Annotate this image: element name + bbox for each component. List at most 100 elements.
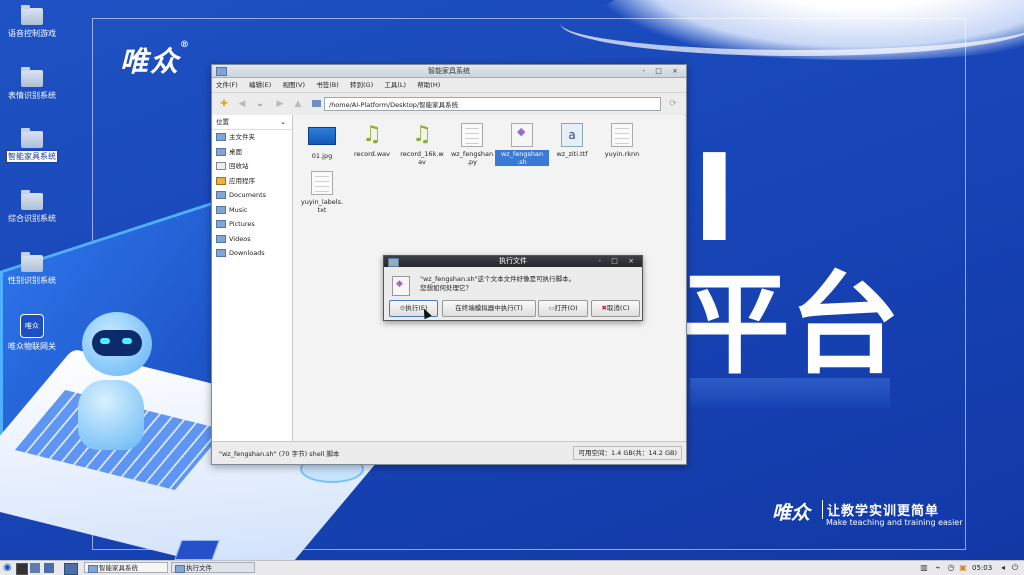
desktop-icon-smart-home[interactable]: 智能家具系统 bbox=[0, 128, 64, 163]
menu-bookmarks[interactable]: 书签(B) bbox=[316, 81, 339, 89]
menu-file[interactable]: 文件(F) bbox=[216, 81, 238, 89]
chevron-down-icon[interactable]: ⌄ bbox=[254, 98, 266, 110]
folder-icon bbox=[216, 205, 226, 214]
desktop-folder-icon bbox=[216, 147, 226, 156]
wallpaper-robot-eye bbox=[122, 338, 132, 344]
file-item-selected[interactable]: wz_fengshan .sh bbox=[495, 123, 549, 166]
audio-file-icon: ♫ bbox=[362, 122, 382, 147]
places-sidebar: 位置 ⌄ 主文件夹 桌面 回收站 应用程序 Documents Music Pic… bbox=[212, 115, 293, 441]
desktop-icon-integrated[interactable]: 综合识别系统 bbox=[0, 190, 64, 224]
audio-file-icon: ♫ bbox=[412, 122, 432, 147]
text-file-icon bbox=[461, 123, 483, 147]
desktop-icon-iot-gateway[interactable]: 唯众 唯众物联网关 bbox=[0, 314, 64, 352]
display-icon[interactable] bbox=[44, 563, 54, 573]
forward-icon[interactable]: ▶ bbox=[274, 98, 286, 110]
slogan-logo: 唯众 bbox=[772, 502, 811, 524]
folder-icon bbox=[216, 220, 226, 228]
sidebar-item-downloads[interactable]: Downloads bbox=[212, 246, 292, 261]
package-icon[interactable]: ▣ bbox=[958, 563, 968, 572]
dialog-message: "wz_fengshan.sh"这个文本文件好像是可执行脚本。 您想如何处理它？ bbox=[420, 275, 576, 292]
sidebar-item-applications[interactable]: 应用程序 bbox=[212, 174, 292, 189]
desktop-icon-voice-game[interactable]: 语音控制游戏 bbox=[0, 5, 64, 39]
wallpaper-slogan: 唯众 让教学实训更简单 Make teaching and training e… bbox=[772, 498, 963, 527]
sidebar-item-music[interactable]: Music bbox=[212, 203, 292, 218]
folder-icon bbox=[88, 565, 98, 573]
clock[interactable]: 05:03 bbox=[972, 561, 992, 575]
file-item[interactable]: a wz_ziti.ttf bbox=[545, 123, 599, 158]
power-icon[interactable]: ⏻ bbox=[1010, 563, 1020, 572]
usb-icon[interactable]: ⌁ bbox=[933, 563, 943, 572]
file-item[interactable]: ♫ record.wav bbox=[345, 122, 399, 159]
back-icon[interactable]: ◀ bbox=[236, 98, 248, 110]
status-selection: "wz_fengshan.sh" (70 字节) shell 脚本 bbox=[219, 450, 340, 458]
folder-icon bbox=[21, 128, 43, 148]
folder-icon bbox=[216, 249, 226, 257]
file-item[interactable]: yuyin.rknn bbox=[595, 123, 649, 158]
menu-go[interactable]: 转到(G) bbox=[350, 81, 373, 89]
file-item[interactable]: yuyin_labels. txt bbox=[295, 171, 349, 214]
home-folder-icon bbox=[216, 133, 226, 141]
file-item[interactable]: ♫ record_16k.w av bbox=[395, 122, 449, 167]
folder-icon bbox=[216, 234, 226, 243]
new-tab-icon[interactable]: ✚ bbox=[218, 98, 230, 110]
wallpaper-robot-eye bbox=[100, 338, 110, 344]
sidebar-item-home[interactable]: 主文件夹 bbox=[212, 130, 292, 145]
menu-edit[interactable]: 编辑(E) bbox=[249, 81, 271, 89]
network-icon[interactable]: ▥ bbox=[919, 563, 929, 572]
slogan-chinese: 让教学实训更简单 bbox=[822, 500, 939, 519]
sidebar-item-pictures[interactable]: Pictures bbox=[212, 217, 292, 232]
go-icon[interactable]: ⟳ bbox=[667, 98, 679, 110]
menu-view[interactable]: 视图(V) bbox=[282, 81, 305, 89]
app-icon: 唯众 bbox=[20, 314, 44, 338]
path-input[interactable]: /home/AI-Platform/Desktop/智能家具系统 bbox=[324, 97, 661, 111]
up-icon[interactable]: ▲ bbox=[292, 98, 304, 110]
script-file-icon bbox=[392, 276, 410, 296]
script-file-icon bbox=[511, 123, 533, 147]
terminal-icon[interactable] bbox=[16, 563, 28, 575]
sidebar-item-desktop[interactable]: 桌面 bbox=[212, 145, 292, 160]
wallpaper-shelf bbox=[690, 378, 890, 408]
statusbar: "wz_fengshan.sh" (70 字节) shell 脚本 可用空间：1… bbox=[212, 441, 686, 464]
execute-in-terminal-button[interactable]: 在终端模拟器中执行(T) bbox=[442, 300, 536, 317]
chevron-down-icon: ⌄ bbox=[280, 118, 286, 126]
file-manager-icon[interactable] bbox=[30, 563, 40, 573]
sidebar-header[interactable]: 位置 ⌄ bbox=[212, 115, 292, 130]
wallpaper-robot-face bbox=[92, 330, 142, 356]
window-titlebar[interactable]: 智能家具系统 - □ × bbox=[212, 65, 686, 78]
taskbar: ◉ 智能家具系统 执行文件 ▥ ⌁ ◷ ▣ 05:03 ◂ ⏻ bbox=[0, 560, 1024, 575]
sidebar-item-trash[interactable]: 回收站 bbox=[212, 159, 292, 174]
file-item[interactable]: wz_fengshan .py bbox=[445, 123, 499, 166]
wallpaper-box bbox=[174, 540, 220, 560]
slogan-english: Make teaching and training easier bbox=[826, 518, 963, 527]
folder-icon bbox=[21, 190, 43, 210]
desktop-icon-expression[interactable]: 表情识别系统 bbox=[0, 67, 64, 101]
task-file-manager[interactable]: 智能家具系统 bbox=[84, 562, 168, 573]
clock-icon[interactable]: ◷ bbox=[946, 563, 956, 572]
start-menu-icon[interactable]: ◉ bbox=[3, 563, 13, 573]
folder-icon bbox=[21, 67, 43, 87]
menu-help[interactable]: 帮助(H) bbox=[417, 81, 440, 89]
status-free-space: 可用空间：1.4 GB(共：14.2 GB) bbox=[573, 446, 682, 460]
wallpaper-big-text-1: I bbox=[692, 130, 737, 269]
sidebar-item-documents[interactable]: Documents bbox=[212, 188, 292, 203]
menu-tools[interactable]: 工具(L) bbox=[384, 81, 406, 89]
open-button[interactable]: ▭打开(O) bbox=[538, 300, 588, 317]
desktop-icon-gender[interactable]: 性别识别系统 bbox=[0, 252, 64, 286]
cancel-button[interactable]: ✖取消(C) bbox=[591, 300, 640, 317]
dialog-titlebar[interactable]: 执行文件 - □ × bbox=[384, 256, 642, 267]
wallpaper-robot-body bbox=[78, 380, 144, 450]
dialog-window-controls[interactable]: - □ × bbox=[599, 256, 638, 267]
sidebar-item-videos[interactable]: Videos bbox=[212, 232, 292, 247]
image-file-icon bbox=[308, 127, 336, 145]
dialog-icon bbox=[175, 565, 185, 573]
folder-icon bbox=[21, 5, 43, 25]
applications-icon bbox=[216, 176, 226, 185]
volume-icon[interactable]: ◂ bbox=[998, 563, 1008, 572]
window-controls[interactable]: - □ × bbox=[643, 65, 682, 77]
file-item[interactable]: 01.jpg bbox=[295, 123, 349, 160]
font-file-icon: a bbox=[561, 123, 583, 147]
show-desktop-icon[interactable] bbox=[64, 563, 78, 575]
toolbar: ✚ ◀ ⌄ ▶ ▲ /home/AI-Platform/Desktop/智能家具… bbox=[212, 93, 686, 116]
task-execute-dialog[interactable]: 执行文件 bbox=[171, 562, 255, 573]
folder-icon bbox=[216, 191, 226, 199]
